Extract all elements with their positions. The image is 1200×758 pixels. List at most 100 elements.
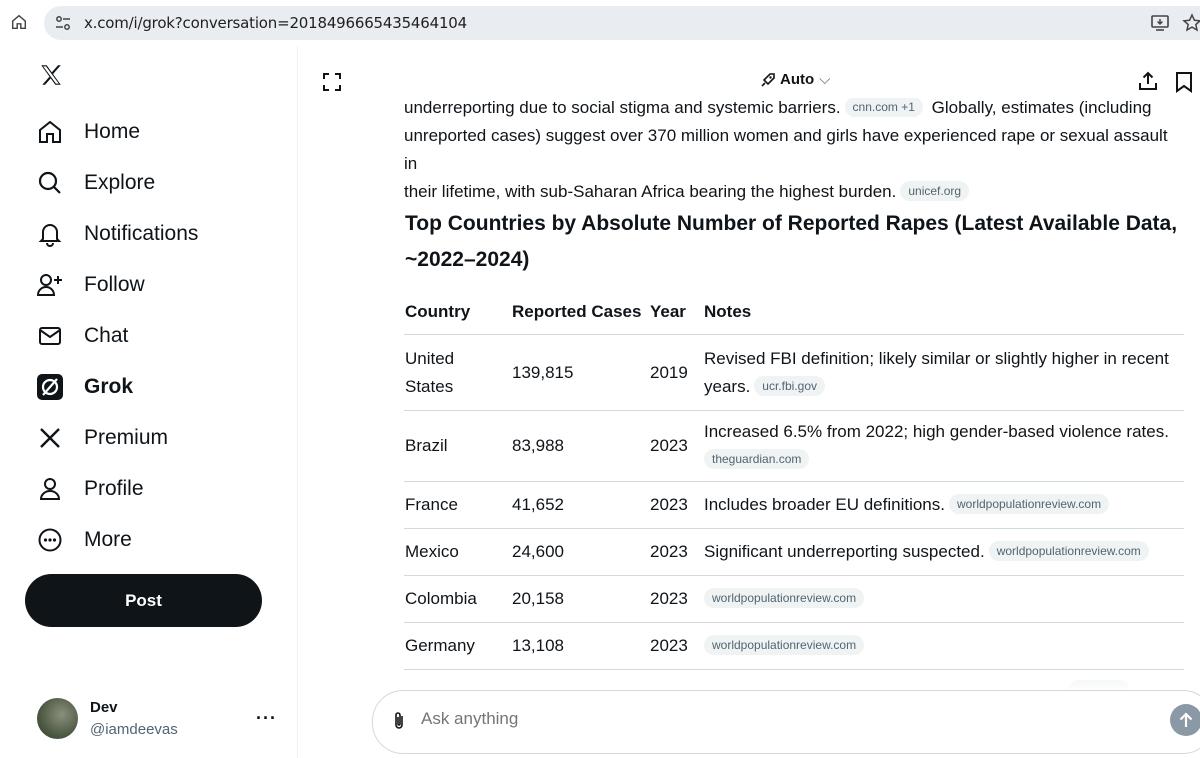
column-header: Country — [404, 290, 511, 335]
rocket-icon — [761, 72, 775, 87]
cell-country: Germany — [404, 622, 511, 670]
column-header: Year — [649, 290, 703, 335]
sidebar-item-grok[interactable]: Grok — [36, 367, 133, 407]
source-chip[interactable]: worldpopulationreview.com — [948, 494, 1110, 514]
para-text: underreporting due to social stigma and … — [404, 98, 841, 117]
sidebar-item-follow[interactable]: Follow — [36, 265, 145, 305]
mode-selector[interactable]: Auto ⌵ — [760, 71, 831, 88]
cell-year: 2023 — [649, 622, 703, 670]
sidebar-item-label: Chat — [84, 324, 129, 347]
cell-country: France — [404, 481, 511, 529]
home-icon — [36, 118, 64, 146]
bell-icon — [36, 220, 64, 248]
sidebar-item-label: Home — [84, 120, 141, 143]
sidebar-item-explore[interactable]: Explore — [36, 163, 155, 203]
para-text: Globally, estimates (including — [931, 98, 1152, 117]
table-row: Germany 13,108 2023 worldpopulationrevie… — [404, 622, 1184, 670]
browser-toolbar: x.com/i/grok?conversation=20184966654354… — [0, 0, 1200, 46]
table-row: France 41,652 2023 Includes broader EU d… — [404, 481, 1184, 529]
bookmark-icon[interactable] — [1175, 71, 1193, 93]
table-header-row: Country Reported Cases Year Notes — [404, 290, 1184, 335]
source-chip[interactable]: unicef.org — [900, 181, 970, 201]
sidebar-item-profile[interactable]: Profile — [36, 469, 144, 509]
sidebar-item-home[interactable]: Home — [36, 112, 140, 152]
cell-country: Colombia — [404, 575, 511, 623]
search-icon — [36, 169, 64, 197]
sidebar-item-premium[interactable]: Premium — [36, 418, 168, 458]
source-chip[interactable]: ucr.fbi.gov — [754, 375, 825, 396]
cell-year: 2023 — [649, 410, 703, 482]
account-name: Dev — [90, 699, 118, 716]
sidebar-item-label: Explore — [84, 171, 156, 194]
response-paragraph: underreporting due to social stigma and … — [404, 94, 1184, 206]
source-chip[interactable]: worldpopulationreview.com — [704, 588, 865, 608]
header-fade — [298, 92, 1198, 98]
sidebar-item-label: Grok — [84, 375, 134, 398]
cell-country: Brazil — [404, 410, 511, 482]
attach-icon[interactable] — [392, 711, 406, 731]
cell-cases: 41,652 — [511, 481, 649, 529]
bookmark-star-icon[interactable] — [1182, 13, 1200, 33]
header-bar — [300, 46, 1200, 98]
grok-icon — [36, 373, 64, 401]
cell-notes: Revised FBI definition; likely similar o… — [703, 334, 1184, 411]
share-icon[interactable] — [1138, 71, 1158, 91]
source-chip[interactable]: worldpopulationreview.com — [704, 635, 865, 655]
cell-notes: worldpopulationreview.com — [703, 622, 1184, 670]
para-text: their lifetime, with sub-Saharan Africa … — [404, 182, 897, 201]
para-line-2: unreported cases) suggest over 370 milli… — [404, 126, 1168, 173]
source-chip[interactable]: worldpopulationreview.com — [988, 541, 1149, 561]
para-line-1: underreporting due to social stigma and … — [404, 94, 1184, 122]
person-icon — [36, 475, 64, 503]
column-header: Notes — [703, 290, 1184, 335]
url-text[interactable]: x.com/i/grok?conversation=20184966654354… — [84, 14, 467, 32]
cell-cases: 83,988 — [511, 410, 649, 482]
account-handle: @iamdeevas — [90, 721, 178, 738]
sidebar-item-chat[interactable]: Chat — [36, 316, 128, 356]
sidebar-item-label: Profile — [84, 477, 144, 500]
avatar[interactable] — [37, 698, 78, 739]
data-table: Country Reported Cases Year Notes United… — [404, 290, 1184, 670]
sidebar-item-label: More — [84, 528, 132, 551]
mail-icon — [36, 322, 64, 350]
table-row: Brazil 83,988 2023 Increased 6.5% from 2… — [404, 410, 1184, 482]
source-chip[interactable]: cnn.com +1 — [844, 97, 923, 117]
post-button[interactable]: Post — [25, 574, 262, 627]
sidebar-item-label: Follow — [84, 273, 145, 296]
ask-input[interactable] — [421, 709, 1021, 729]
cell-cases: 139,815 — [511, 334, 649, 411]
account-more-button[interactable]: ··· — [256, 708, 277, 729]
cell-year: 2019 — [649, 334, 703, 411]
chevron-down-icon: ⌵ — [819, 71, 831, 88]
sidebar-item-more[interactable]: More — [36, 520, 132, 560]
browser-home-icon[interactable] — [10, 13, 28, 31]
sidebar-item-notifications[interactable]: Notifications — [36, 214, 198, 254]
send-button[interactable] — [1170, 704, 1200, 736]
column-header: Reported Cases — [511, 290, 649, 335]
composer-fade — [298, 672, 1200, 692]
section-heading: Top Countries by Absolute Number of Repo… — [405, 212, 1178, 271]
arrow-up-icon — [1179, 712, 1193, 727]
cell-cases: 24,600 — [511, 528, 649, 576]
cell-cases: 20,158 — [511, 575, 649, 623]
cell-notes: Significant underreporting suspected. wor… — [703, 528, 1184, 576]
cell-year: 2023 — [649, 528, 703, 576]
follow-icon — [36, 271, 64, 299]
x-logo-icon[interactable] — [38, 62, 64, 88]
install-app-icon[interactable] — [1150, 14, 1170, 32]
source-chip[interactable]: theguardian.com — [704, 449, 810, 469]
sidebar-item-label: Premium — [84, 426, 169, 449]
more-circle-icon — [36, 526, 64, 554]
cell-notes: Includes broader EU definitions. worldpop… — [703, 481, 1184, 529]
expand-icon[interactable] — [323, 73, 341, 91]
cell-year: 2023 — [649, 575, 703, 623]
cell-country: Mexico — [404, 528, 511, 576]
table-row: United States 139,815 2019 Revised FBI d… — [404, 334, 1184, 411]
sidebar-item-label: Notifications — [84, 222, 199, 245]
table-row: Colombia 20,158 2023 worldpopulationrevi… — [404, 575, 1184, 623]
cell-notes: worldpopulationreview.com — [703, 575, 1184, 623]
cell-cases: 13,108 — [511, 622, 649, 670]
site-settings-icon[interactable] — [54, 14, 72, 32]
cell-notes: Increased 6.5% from 2022; high gender-ba… — [703, 410, 1184, 482]
table-row: Mexico 24,600 2023 Significant underrepo… — [404, 528, 1184, 576]
